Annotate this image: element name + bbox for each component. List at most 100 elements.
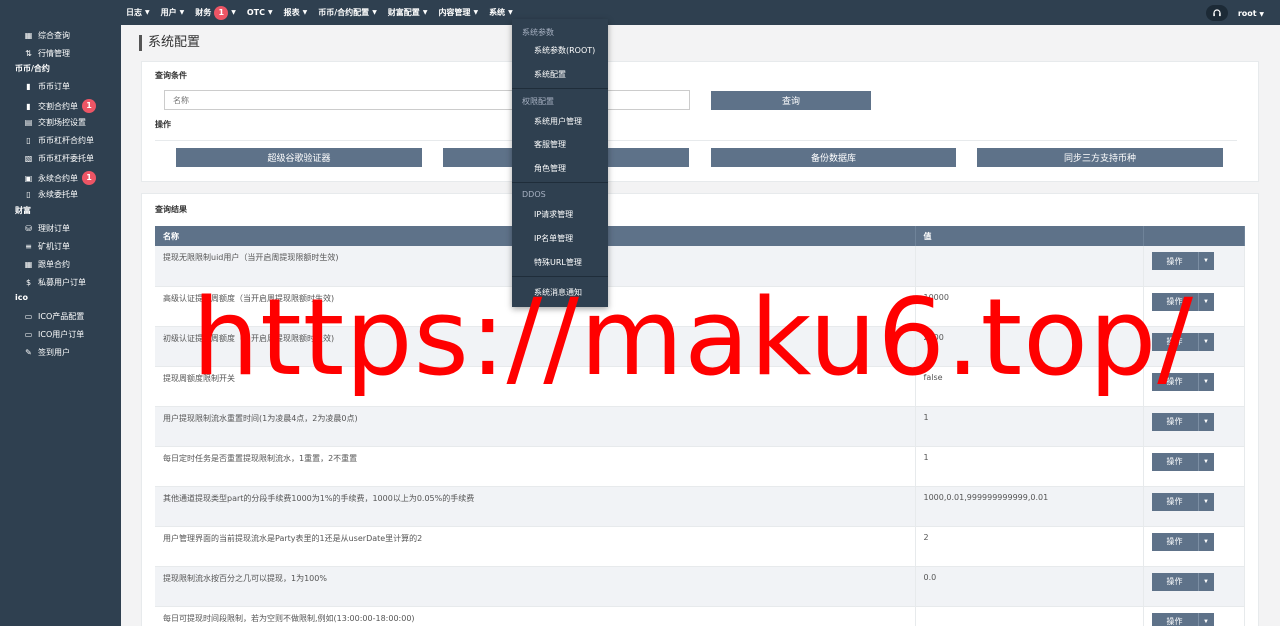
sidebar-item-finance-orders[interactable]: ⛁ 理财订单: [24, 223, 70, 234]
notification-badge: 1: [82, 99, 96, 113]
nav-content-management[interactable]: 内容管理 ▼: [438, 7, 478, 18]
headset-icon[interactable]: [1205, 5, 1228, 21]
sidebar-item-delivery-control[interactable]: ▤ 交割场控设置: [24, 117, 86, 128]
sidebar-item-delivery-contract[interactable]: ▮ 交割合约单 1: [24, 99, 96, 113]
nav-otc[interactable]: OTC ▼: [247, 8, 273, 17]
calendar-icon: ▦: [24, 260, 33, 269]
backup-database-button[interactable]: 备份数据库: [711, 148, 956, 167]
row-value: 2: [915, 526, 1144, 567]
sidebar-item-perpetual-contract[interactable]: ▣ 永续合约单 1: [24, 171, 96, 185]
sidebar-group-coin-contract: 币币/合约: [15, 64, 50, 73]
caret-down-icon[interactable]: ▼: [1197, 292, 1214, 311]
row-value: 1: [915, 446, 1144, 487]
op-button[interactable]: 操作: [1151, 492, 1198, 511]
op-button[interactable]: 操作: [1151, 452, 1198, 471]
sidebar-item-coin-orders[interactable]: ▮ 币币订单: [24, 81, 70, 92]
caret-down-icon: ▼: [422, 9, 428, 16]
menu-item-customer-service[interactable]: 客服管理: [534, 139, 566, 150]
sidebar-item-ico-orders[interactable]: ▭ ICO用户订单: [24, 329, 85, 340]
menu-item-ip-list[interactable]: IP名单管理: [534, 233, 573, 244]
sidebar-item-market[interactable]: ⇅ 行情管理: [24, 48, 70, 59]
nav-finance[interactable]: 财务 1 ▼: [195, 5, 236, 20]
caret-down-icon: ▼: [1259, 10, 1264, 18]
row-value: [915, 606, 1144, 626]
sync-coins-button[interactable]: 同步三方支持币种: [977, 148, 1223, 167]
sidebar-item-margin-contract[interactable]: ▯ 币币杠杆合约单: [24, 135, 94, 146]
op-button[interactable]: 操作: [1151, 252, 1198, 270]
caret-down-icon: ▼: [302, 9, 308, 16]
dropdown-divider: [512, 182, 608, 183]
caret-down-icon[interactable]: ▼: [1197, 532, 1214, 551]
op-button[interactable]: 操作: [1151, 572, 1198, 591]
caret-down-icon: ▼: [473, 9, 479, 16]
dropdown-header-system-params: 系统参数: [522, 28, 554, 37]
sidebar-item-signin-users[interactable]: ✎ 签到用户: [24, 347, 70, 358]
sidebar-item-copy-contract[interactable]: ▦ 跟单合约: [24, 259, 70, 270]
table-header-row: 名称 值: [155, 226, 1245, 246]
sidebar-item-margin-order[interactable]: ▧ 币币杠杆委托单: [24, 153, 94, 164]
row-name: 每日可提现时间段限制，若为空则不做限制,例如(13:00:00-18:00:00…: [155, 606, 916, 626]
menu-item-system-config[interactable]: 系统配置: [534, 69, 566, 80]
nav-coin-contract-config[interactable]: 币币/合约配置 ▼: [318, 7, 377, 18]
caret-down-icon: ▼: [231, 9, 236, 16]
sidebar-item-overview[interactable]: ▦ 综合查询: [24, 30, 70, 41]
row-name: 提现限制流水按百分之几可以提现，1为100%: [155, 566, 916, 607]
menu-item-roles[interactable]: 角色管理: [534, 163, 566, 174]
caret-down-icon: ▼: [145, 9, 150, 16]
sidebar-item-private-orders[interactable]: $ 私募用户订单: [24, 277, 86, 288]
nav-report[interactable]: 报表 ▼: [284, 7, 308, 18]
op-button[interactable]: 操作: [1151, 532, 1198, 551]
dashboard-icon: ▦: [24, 31, 33, 40]
menu-item-system-params-root[interactable]: 系统参数(ROOT): [534, 45, 595, 56]
dropdown-divider: [512, 88, 608, 89]
google-auth-button[interactable]: 超级谷歌验证器: [176, 148, 422, 167]
row-ops: 操作 ▼: [1143, 566, 1245, 607]
caret-down-icon[interactable]: ▼: [1197, 332, 1214, 351]
menu-item-ip-requests[interactable]: IP请求管理: [534, 209, 573, 220]
row-name: 其他通道提现类型part的分段手续费1000为1%的手续费，1000以上为0.0…: [155, 486, 916, 527]
nav-system[interactable]: 系统 ▼: [489, 7, 513, 18]
nav-user[interactable]: 用户 ▼: [161, 7, 185, 18]
caret-down-icon[interactable]: ▼: [1197, 572, 1214, 591]
row-name: 用户提现限制流水重置时间(1为凌晨4点，2为凌晨0点): [155, 406, 916, 447]
nav-log[interactable]: 日志 ▼: [126, 7, 150, 18]
caret-down-icon[interactable]: ▼: [1197, 452, 1214, 471]
user-menu[interactable]: root ▼: [1238, 9, 1264, 18]
menu-item-special-url[interactable]: 特殊URL管理: [534, 257, 582, 268]
op-button-group: 操作 ▼: [1151, 572, 1214, 591]
row-ops: 操作 ▼: [1143, 526, 1245, 567]
dropdown-header-ddos: DDOS: [522, 190, 546, 199]
bookmark-icon: ▮: [26, 101, 31, 111]
caret-down-icon[interactable]: ▼: [1197, 252, 1214, 270]
op-button[interactable]: 操作: [1151, 412, 1198, 431]
sidebar-item-perpetual-order[interactable]: ▯ 永续委托单: [24, 189, 78, 200]
column-header-ops: [1143, 226, 1245, 246]
table-row: 每日定时任务是否重置提现限制流水，1重置，2不重置 1 操作 ▼: [155, 446, 1245, 487]
search-button[interactable]: 查询: [711, 91, 871, 110]
calculator-icon: ▤: [24, 118, 33, 127]
menu-item-system-users[interactable]: 系统用户管理: [534, 116, 582, 127]
sidebar: ▦ 综合查询 ⇅ 行情管理 币币/合约 ▮ 币币订单 ▮ 交割合约单 1 ▤ 交割场控设置 …: [0, 25, 121, 626]
name-search-input[interactable]: [164, 90, 690, 110]
caret-down-icon[interactable]: ▼: [1197, 492, 1214, 511]
table-row: 其他通道提现类型part的分段手续费1000为1%的手续费，1000以上为0.0…: [155, 486, 1245, 527]
caret-down-icon[interactable]: ▼: [1197, 412, 1214, 431]
op-button[interactable]: 操作: [1151, 612, 1198, 626]
file-icon: ▯: [26, 190, 31, 199]
sort-icon: ⇅: [25, 49, 32, 58]
op-button-group: 操作 ▼: [1151, 532, 1214, 551]
sidebar-item-miner-orders[interactable]: ≡ 矿机订单: [24, 241, 70, 252]
database-icon: ⛁: [25, 224, 32, 233]
caret-down-icon[interactable]: ▼: [1197, 612, 1214, 626]
sidebar-item-ico-product[interactable]: ▭ ICO产品配置: [24, 311, 85, 322]
column-header-value: 值: [915, 226, 1144, 246]
nav-wealth-config[interactable]: 财富配置 ▼: [388, 7, 428, 18]
caret-down-icon[interactable]: ▼: [1197, 372, 1214, 391]
edit-icon: ✎: [25, 348, 32, 357]
watermark-text: https://maku6.top/: [192, 276, 1195, 399]
notification-badge: 1: [214, 5, 229, 20]
sidebar-group-wealth: 财富: [15, 206, 31, 215]
op-button-group: 操作 ▼: [1151, 492, 1214, 511]
row-value: 0.0: [915, 566, 1144, 607]
op-button-group: 操作 ▼: [1151, 452, 1214, 471]
